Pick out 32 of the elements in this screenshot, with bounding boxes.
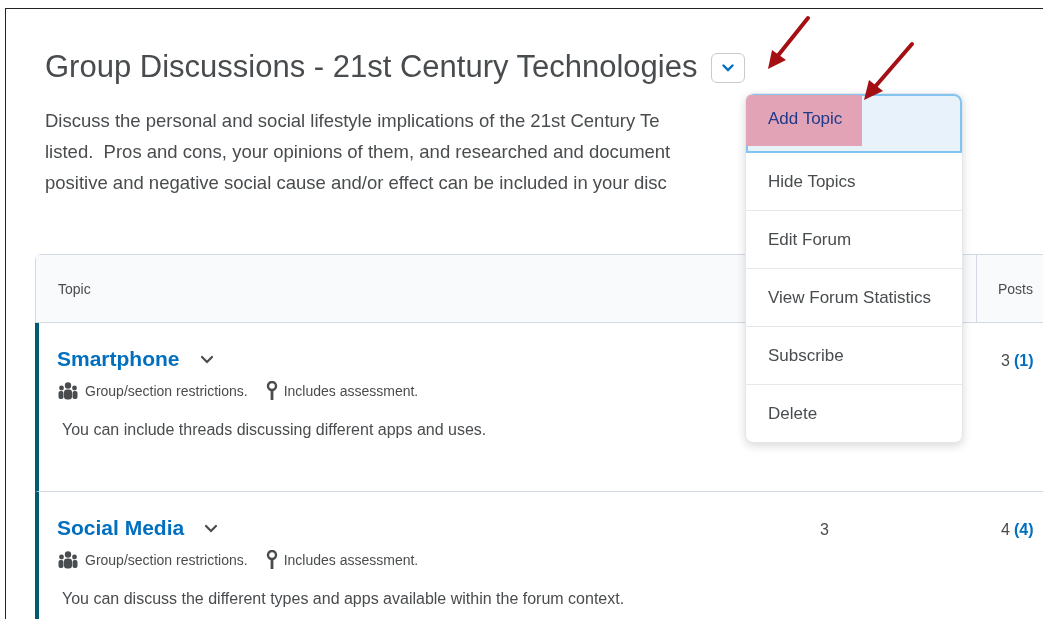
forum-title: Group Discussions - 21st Century Technologies — [45, 49, 698, 85]
restriction-text: Group/section restrictions. — [85, 552, 248, 568]
forum-description-line: listed. Pros and cons, your opinions of them, and researched and document — [45, 140, 672, 164]
column-header: Posts — [976, 255, 1043, 322]
topic-description: You can discuss the different types and apps available within the forum context. — [62, 590, 626, 608]
posts-count: 4 — [1001, 521, 1010, 538]
chevron-down-icon — [722, 64, 735, 72]
assessment-text: Includes assessment. — [283, 552, 419, 568]
menu-item[interactable]: Add Topic — [746, 94, 962, 153]
chevron-down-icon[interactable] — [199, 354, 214, 364]
forum-description-line: positive and negative social cause and/or effect can be included in your disc — [45, 171, 668, 195]
forum-description-line: Discuss the personal and social lifestyle implications of the 21st Century Te — [45, 109, 661, 133]
chevron-down-icon[interactable] — [204, 523, 219, 533]
forum-menu-button[interactable] — [711, 53, 746, 83]
group-icon — [57, 551, 79, 569]
topic-description: You can include threads discussing different apps and uses. — [62, 421, 488, 439]
menu-item[interactable]: Subscribe — [746, 327, 962, 385]
topic-link[interactable]: Smartphone — [57, 347, 180, 371]
posts-count: 3 — [1001, 352, 1010, 369]
menu-item[interactable]: Edit Forum — [746, 211, 962, 269]
unread-posts-link[interactable]: (4) — [1013, 521, 1034, 538]
topic-link[interactable]: Social Media — [57, 516, 185, 540]
menu-item[interactable]: Delete — [746, 385, 962, 442]
pin-icon — [265, 381, 278, 401]
unread-posts-link[interactable]: (1) — [1013, 352, 1034, 369]
menu-item[interactable]: View Forum Statistics — [746, 269, 962, 327]
group-icon — [57, 382, 79, 400]
pin-icon — [265, 550, 278, 570]
assessment-text: Includes assessment. — [283, 383, 419, 399]
restriction-text: Group/section restrictions. — [85, 383, 248, 399]
threads-count: 3 — [820, 521, 829, 538]
menu-item[interactable]: Hide Topics — [746, 153, 962, 211]
